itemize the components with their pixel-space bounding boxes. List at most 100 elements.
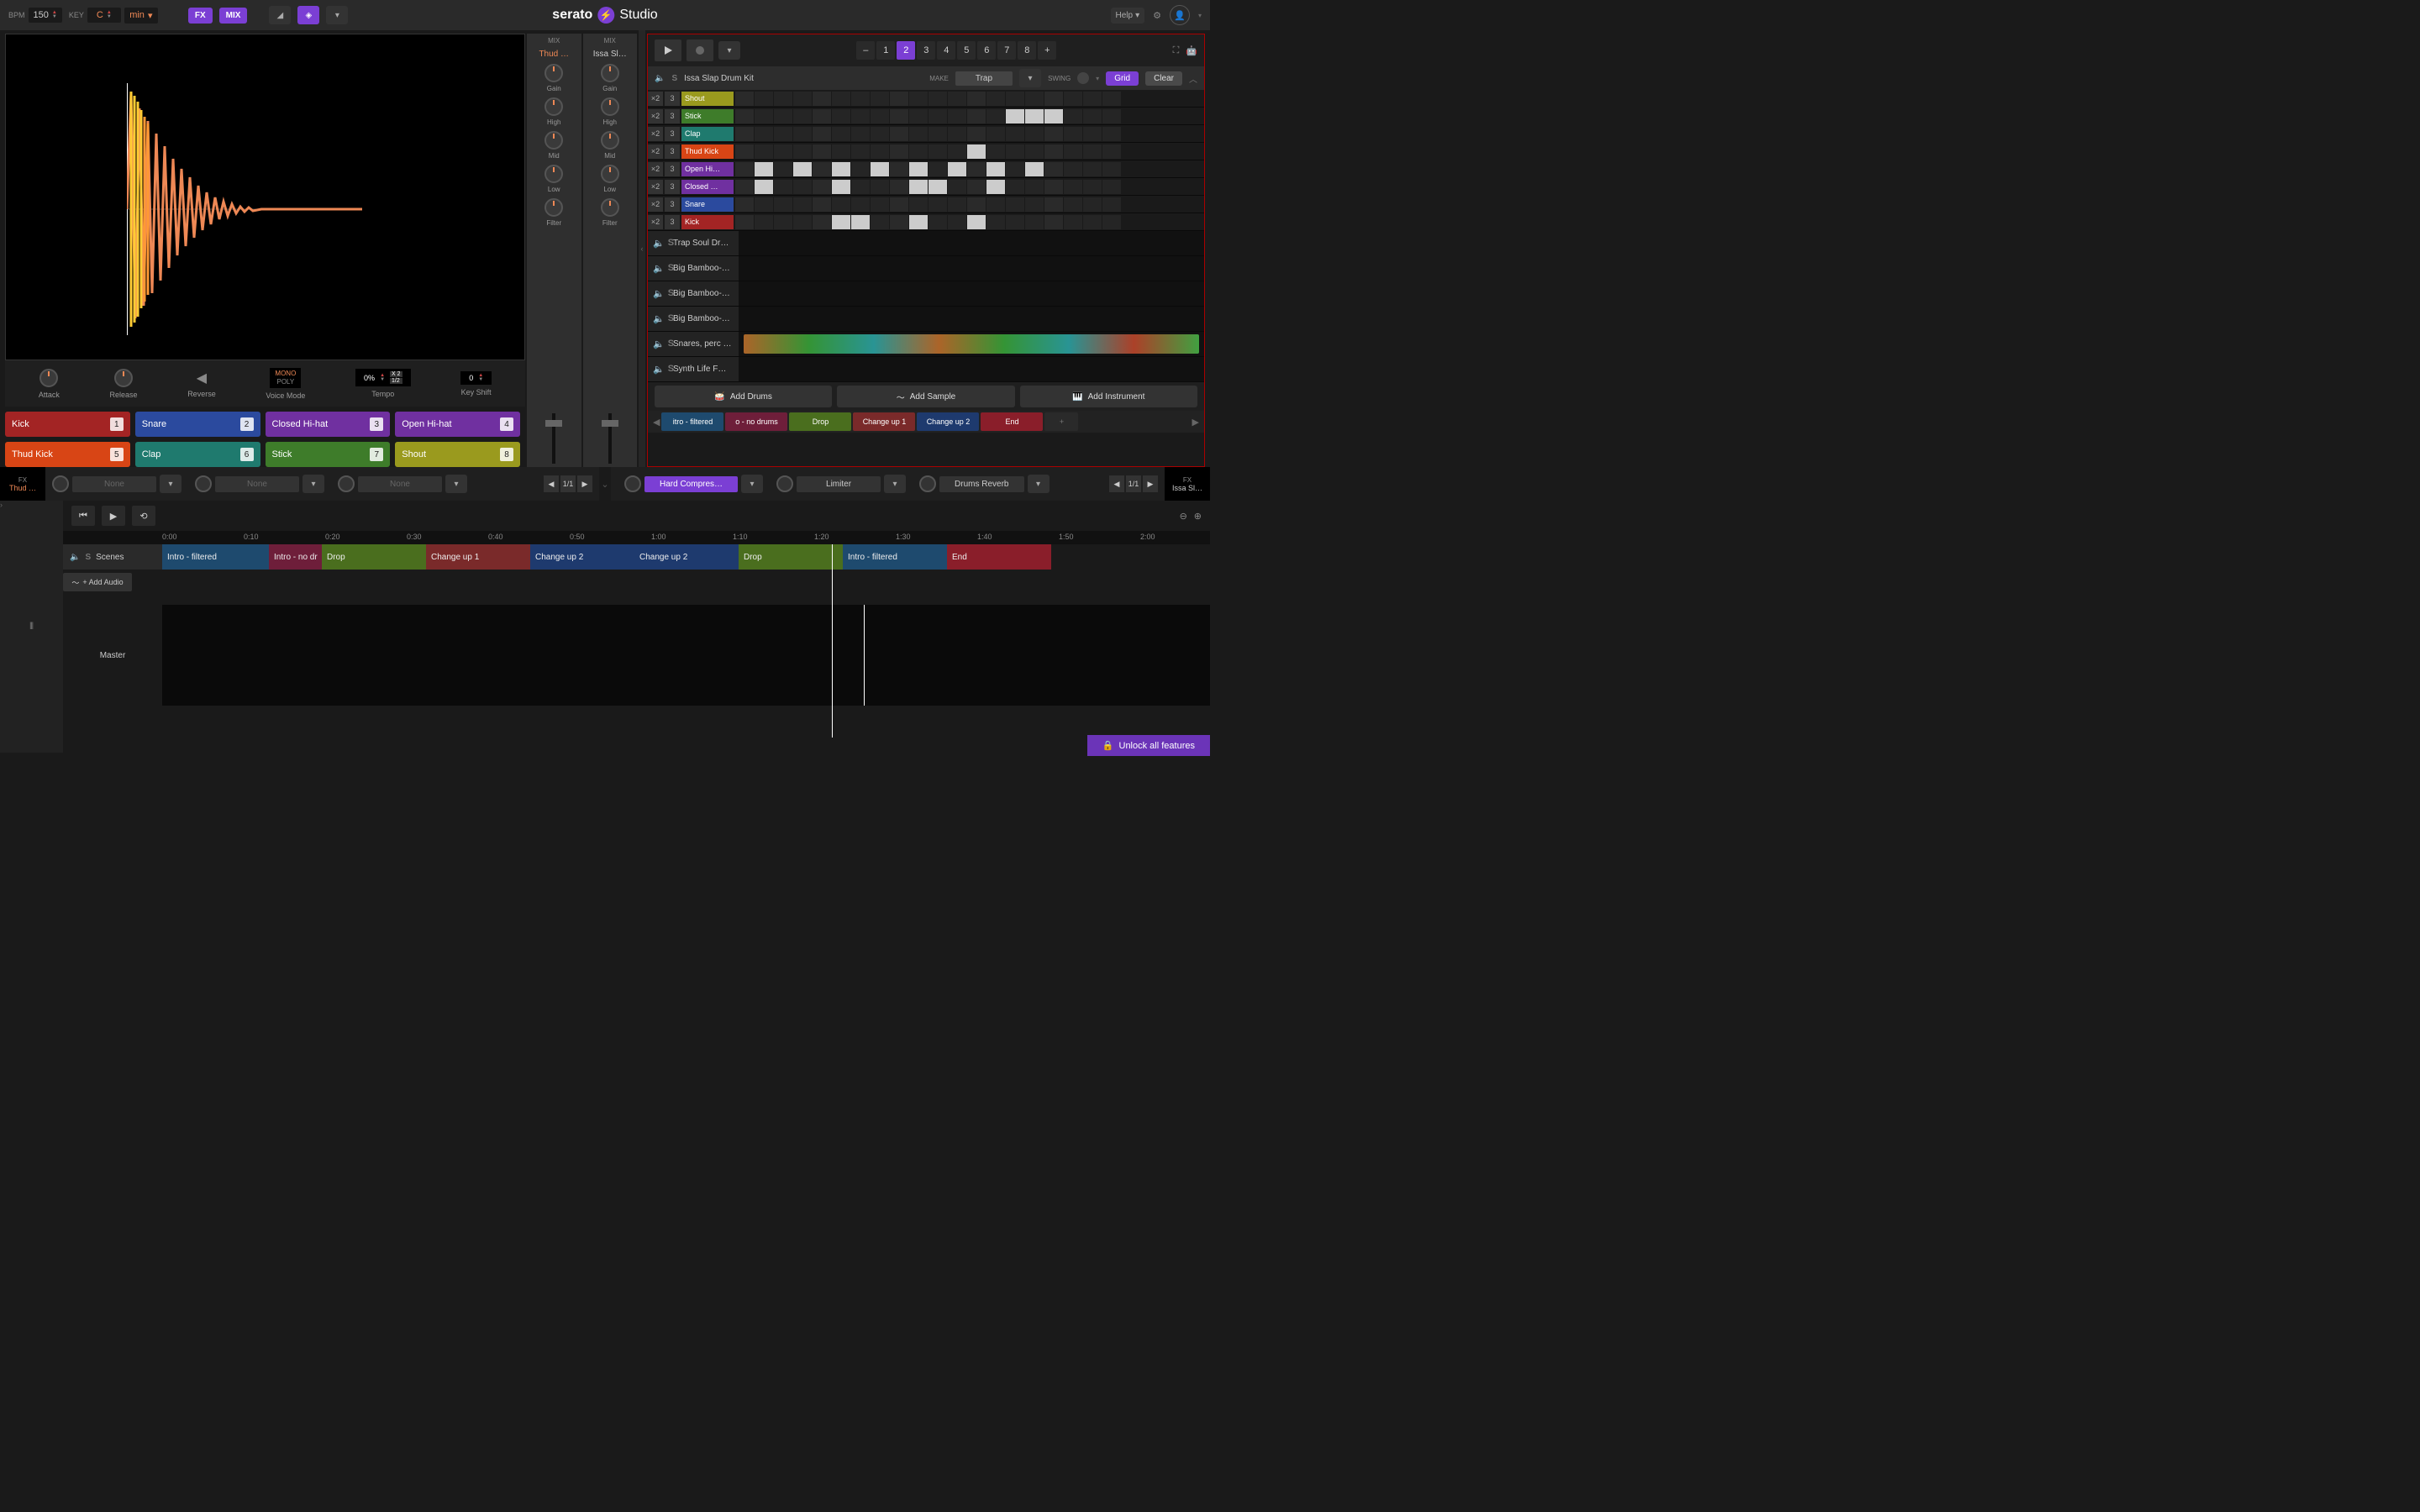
step-cell[interactable] bbox=[871, 180, 889, 194]
attack-knob[interactable] bbox=[39, 369, 58, 387]
collapse-up-icon[interactable]: ︿ bbox=[1189, 72, 1197, 85]
step-cell[interactable] bbox=[1006, 197, 1024, 212]
step-cell[interactable] bbox=[909, 162, 928, 176]
scene-3[interactable]: 3 bbox=[917, 41, 935, 60]
zoom-in-icon[interactable]: ⊕ bbox=[1194, 511, 1202, 522]
step-cell[interactable] bbox=[890, 92, 908, 106]
drum-label[interactable]: Clap bbox=[681, 127, 734, 141]
triplet-button[interactable]: 3 bbox=[665, 162, 680, 176]
scene-8[interactable]: 8 bbox=[1018, 41, 1036, 60]
unlock-banner[interactable]: 🔒 Unlock all features bbox=[1087, 735, 1210, 756]
scene-tab[interactable]: itro - filtered bbox=[661, 412, 723, 431]
step-cell[interactable] bbox=[1006, 215, 1024, 229]
step-cell[interactable] bbox=[735, 180, 754, 194]
fx-select[interactable]: None bbox=[72, 476, 156, 492]
scene-1[interactable]: 1 bbox=[876, 41, 895, 60]
step-cell[interactable] bbox=[948, 127, 966, 141]
fx-select[interactable]: None bbox=[215, 476, 299, 492]
drum-label[interactable]: Stick bbox=[681, 109, 734, 123]
x2-button[interactable]: ×2 bbox=[648, 144, 663, 159]
step-cell[interactable] bbox=[832, 127, 850, 141]
step-cell[interactable] bbox=[1064, 180, 1082, 194]
step-cell[interactable] bbox=[1064, 144, 1082, 159]
drum-label[interactable]: Open Hi… bbox=[681, 162, 734, 176]
step-cell[interactable] bbox=[871, 144, 889, 159]
step-cell[interactable] bbox=[755, 197, 773, 212]
arrangement-clip[interactable]: End bbox=[947, 544, 1051, 570]
step-cell[interactable] bbox=[793, 162, 812, 176]
step-cell[interactable] bbox=[1025, 197, 1044, 212]
step-cell[interactable] bbox=[1102, 109, 1121, 123]
step-cell[interactable] bbox=[735, 127, 754, 141]
track-row[interactable]: 🔈S Big Bamboo-… bbox=[648, 281, 1204, 307]
key-value[interactable]: C▲▼ bbox=[87, 8, 121, 23]
reverse-icon[interactable]: ◀ bbox=[197, 370, 207, 386]
fx-dropdown[interactable]: ▾ bbox=[1028, 475, 1050, 493]
step-cell[interactable] bbox=[929, 127, 947, 141]
step-cell[interactable] bbox=[909, 215, 928, 229]
arrangement-clip[interactable]: Change up 1 bbox=[426, 544, 530, 570]
fullscreen-icon[interactable]: ⛶ bbox=[1173, 45, 1180, 56]
step-cell[interactable] bbox=[1102, 197, 1121, 212]
step-cell[interactable] bbox=[871, 92, 889, 106]
step-cell[interactable] bbox=[890, 144, 908, 159]
step-cell[interactable] bbox=[735, 109, 754, 123]
fx-next[interactable]: ▶ bbox=[577, 475, 592, 492]
step-cell[interactable] bbox=[755, 180, 773, 194]
drum-label[interactable]: Snare bbox=[681, 197, 734, 212]
step-cell[interactable] bbox=[1006, 144, 1024, 159]
triplet-button[interactable]: 3 bbox=[665, 180, 680, 194]
step-cell[interactable] bbox=[1102, 215, 1121, 229]
step-cell[interactable] bbox=[755, 215, 773, 229]
step-cell[interactable] bbox=[1083, 92, 1102, 106]
pad-clap[interactable]: Clap6 bbox=[135, 442, 260, 467]
step-cell[interactable] bbox=[813, 127, 831, 141]
pad-closed-hi-hat[interactable]: Closed Hi-hat3 bbox=[266, 412, 391, 437]
add-drums-button[interactable]: 🥁 Add Drums bbox=[655, 386, 832, 407]
arrangement-clip[interactable]: Change up 2 bbox=[634, 544, 739, 570]
help-menu[interactable]: Help ▾ bbox=[1111, 8, 1145, 24]
step-cell[interactable] bbox=[890, 109, 908, 123]
step-cell[interactable] bbox=[832, 144, 850, 159]
step-cell[interactable] bbox=[832, 215, 850, 229]
step-cell[interactable] bbox=[967, 144, 986, 159]
step-cell[interactable] bbox=[1044, 180, 1063, 194]
quantize-icon[interactable]: ◈ bbox=[297, 6, 319, 24]
step-cell[interactable] bbox=[832, 109, 850, 123]
step-cell[interactable] bbox=[793, 92, 812, 106]
fx-amount-knob[interactable] bbox=[52, 475, 69, 492]
release-knob[interactable] bbox=[114, 369, 133, 387]
speaker-icon[interactable]: 🔈 bbox=[655, 74, 665, 83]
low-knob[interactable] bbox=[601, 165, 619, 183]
mute-icon[interactable]: 🔈 bbox=[653, 263, 665, 274]
step-cell[interactable] bbox=[948, 180, 966, 194]
scene-tab[interactable]: Change up 1 bbox=[853, 412, 915, 431]
step-cell[interactable] bbox=[774, 109, 792, 123]
step-cell[interactable] bbox=[1006, 92, 1024, 106]
library-icon[interactable]: ⦀ bbox=[0, 501, 63, 753]
step-cell[interactable] bbox=[1044, 197, 1063, 212]
step-cell[interactable] bbox=[909, 180, 928, 194]
scene-2[interactable]: 2 bbox=[897, 41, 915, 60]
pad-snare[interactable]: Snare2 bbox=[135, 412, 260, 437]
step-cell[interactable] bbox=[986, 127, 1005, 141]
zoom-out-icon[interactable]: ⊖ bbox=[1180, 511, 1187, 522]
step-cell[interactable] bbox=[755, 127, 773, 141]
step-cell[interactable] bbox=[890, 197, 908, 212]
step-cell[interactable] bbox=[851, 144, 870, 159]
scene-tab[interactable]: End bbox=[981, 412, 1043, 431]
step-cell[interactable] bbox=[774, 215, 792, 229]
triplet-button[interactable]: 3 bbox=[665, 109, 680, 123]
step-cell[interactable] bbox=[986, 109, 1005, 123]
step-cell[interactable] bbox=[813, 162, 831, 176]
step-cell[interactable] bbox=[929, 180, 947, 194]
x2-button[interactable]: ×2 bbox=[648, 197, 663, 212]
genre-select[interactable]: Trap bbox=[955, 71, 1013, 86]
fx-dropdown[interactable]: ▾ bbox=[884, 475, 906, 493]
step-cell[interactable] bbox=[1102, 127, 1121, 141]
track-row[interactable]: 🔈S Big Bamboo-… bbox=[648, 307, 1204, 332]
step-cell[interactable] bbox=[909, 197, 928, 212]
step-cell[interactable] bbox=[774, 127, 792, 141]
volume-fader[interactable] bbox=[552, 413, 555, 464]
scene-tab-next[interactable]: ▶ bbox=[1192, 417, 1199, 428]
